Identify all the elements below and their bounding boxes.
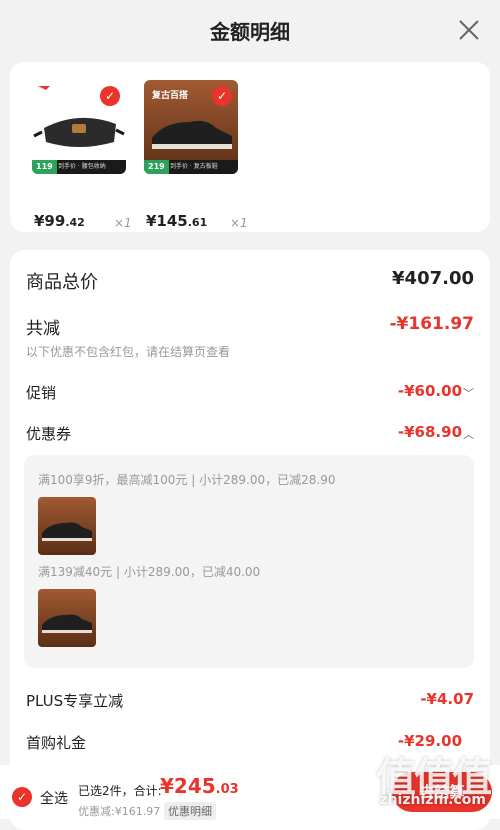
chevron-up-icon[interactable]: ︿ [463,426,474,442]
discount-row: 共减 -¥161.97 [26,314,474,340]
header: 金额明细 [0,0,500,60]
coupon-rule: 满139减40元 | 小计289.00，已减40.00 [38,565,261,579]
promo-value: -¥60.00 [397,382,462,400]
page-title: 金额明细 [210,20,290,44]
coupon-rule: 满100享9折，最高减100元 | 小计289.00，已减28.90 [38,473,336,487]
total-value: ¥407.00 [392,268,474,289]
plus-value: -¥4.07 [420,690,474,708]
promo-label: 促销 [26,384,57,402]
total-label: 商品总价 [26,272,98,293]
coupon-details: 满100享9折，最高减100元 | 小计289.00，已减28.90 满139减… [24,455,474,668]
product-qty: ×1 [230,216,248,230]
shoe-thumb-icon [42,522,92,541]
price-badge: 219 到手价 · 复古板鞋 [144,160,238,174]
discount-note: 以下优惠不包含红包，请在结算页查看 [26,345,231,359]
plus-label: PLUS专享立减 [26,692,124,710]
price-badge: 119 到手价 · 腰包收纳 [32,160,126,174]
shoe-thumb-icon [42,614,92,633]
detail-link[interactable]: 优惠明细 [164,802,216,820]
promo-row[interactable]: 促销 -¥60.00 ﹀ [26,382,474,404]
discount-value: -¥161.97 [389,314,475,334]
total-row: 商品总价 ¥407.00 [26,268,474,294]
coupon-row[interactable]: 优惠券 -¥68.90 ︿ [26,423,474,445]
selected-count: 已选2件，合计: [78,784,162,798]
plus-row: PLUS专享立减 -¥4.07 [26,690,474,712]
watermark-url: zhizhizhi.com [379,792,486,808]
saved-amount: 优惠减:¥161.97 [78,805,161,818]
svg-text:复古百搭: 复古百搭 [151,89,188,101]
product-price: ¥145.61 [146,212,208,230]
coupon-label: 优惠券 [26,425,72,443]
select-all-label[interactable]: 全选 [40,788,68,808]
total-amount: ¥245.03 [160,774,239,798]
coupon-product-image [38,497,96,555]
select-checkbox[interactable]: ✓ [100,86,120,106]
firstbuy-label: 首购礼金 [26,734,87,752]
coupon-value: -¥68.90 [397,423,462,441]
price-details: 商品总价 ¥407.00 共减 -¥161.97 以下优惠不包含红包，请在结算页… [10,250,490,830]
chevron-down-icon[interactable]: ﹀ [463,385,474,401]
product-list: 119 到手价 · 腰包收纳 ✓ ¥99.42 ×1 复古百搭 219 到手价 … [10,62,490,232]
select-all-checkbox[interactable]: ✓ [12,787,32,807]
product-qty: ×1 [114,216,132,230]
select-checkbox[interactable]: ✓ [212,86,232,106]
close-icon[interactable] [456,17,482,43]
discount-label: 共减 [26,319,60,339]
coupon-product-image [38,589,96,647]
product-price: ¥99.42 [34,212,85,230]
